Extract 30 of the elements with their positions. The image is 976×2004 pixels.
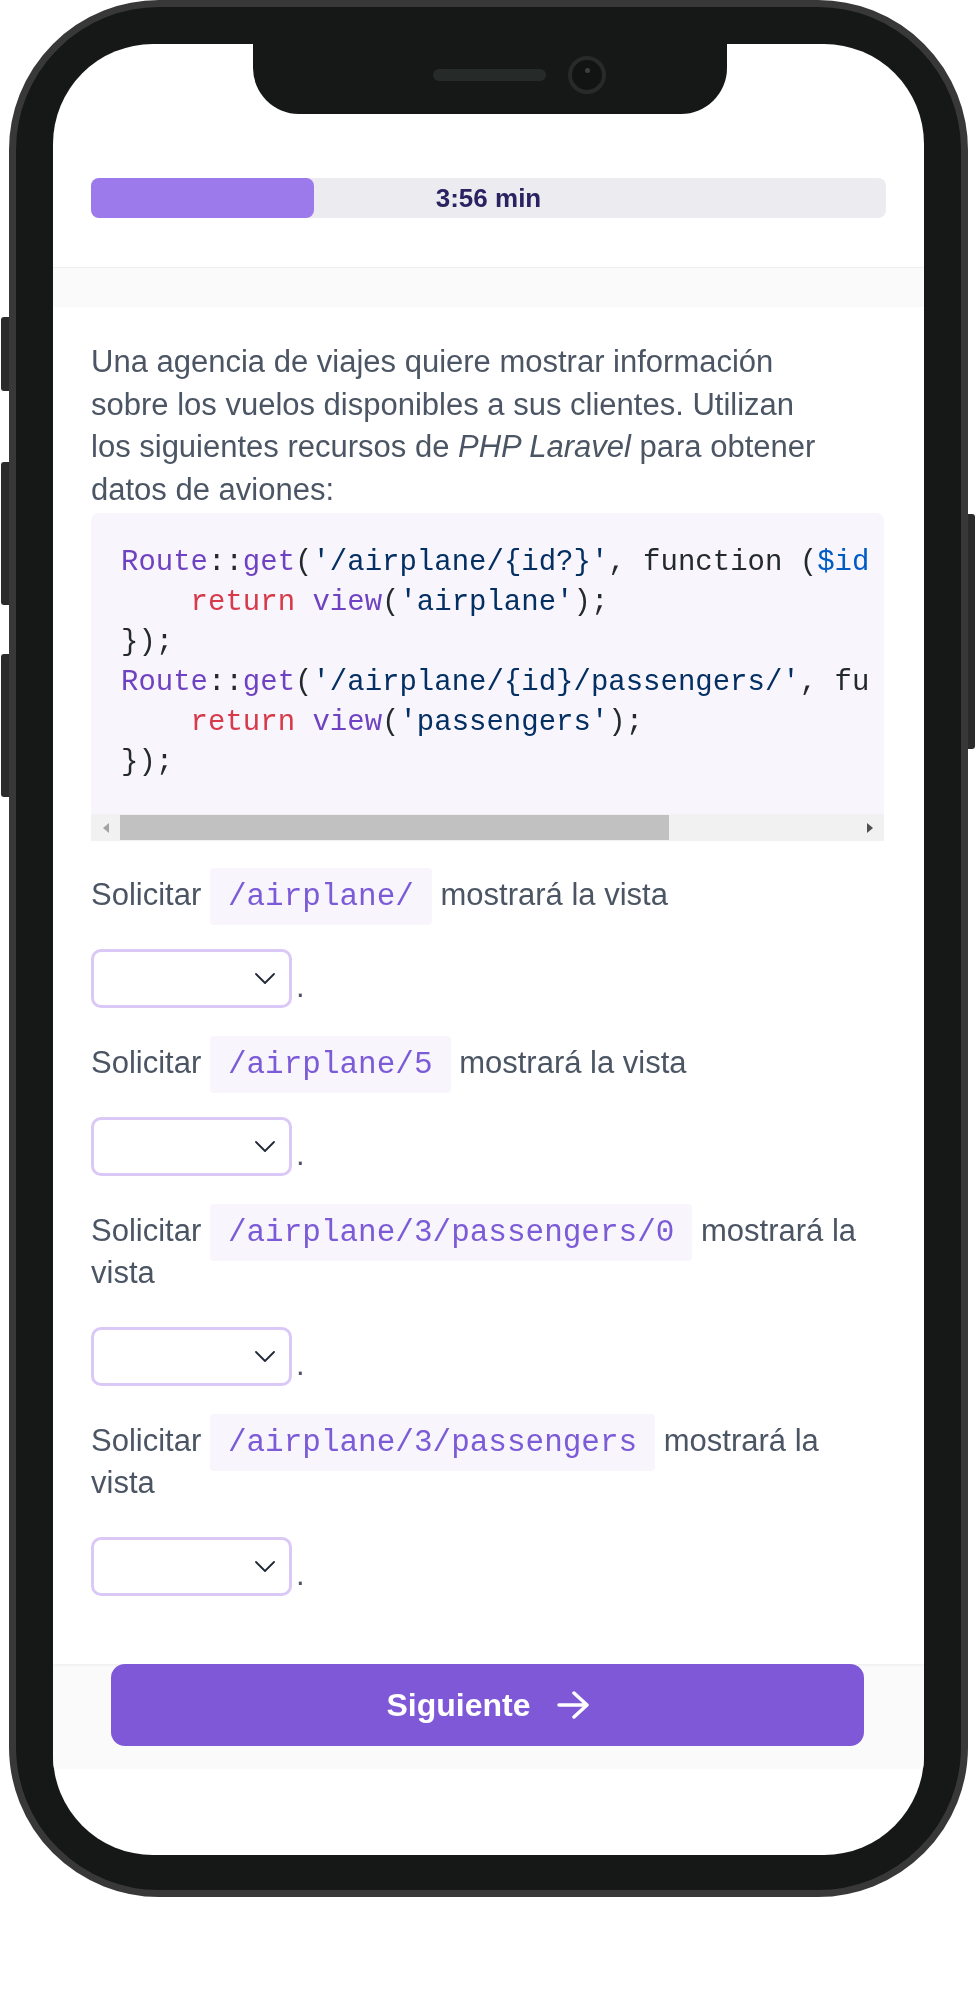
answer-dropdown[interactable] — [91, 1117, 292, 1176]
arrow-right-icon — [556, 1691, 589, 1719]
chevron-down-icon — [255, 1561, 275, 1572]
code-line: return view('airplane'); — [189, 585, 609, 621]
answer-dropdown[interactable] — [91, 1327, 292, 1386]
scroll-left-icon[interactable] — [102, 822, 109, 833]
period-text: . — [296, 1346, 305, 1384]
inline-code: /airplane/5 — [209, 1036, 451, 1093]
inline-code: /airplane/3/passengers/0 — [209, 1204, 693, 1261]
inline-code: /airplane/3/passengers — [209, 1414, 656, 1471]
code-line: }); — [121, 625, 174, 661]
period-text: . — [296, 1136, 305, 1174]
chevron-down-icon — [255, 1141, 275, 1152]
timer-label: 3:56 min — [435, 185, 542, 211]
horizontal-scrollbar[interactable] — [91, 814, 884, 841]
inline-code: /airplane/ — [209, 868, 432, 925]
answer-dropdown[interactable] — [91, 949, 292, 1008]
next-button[interactable]: Siguiente — [111, 1664, 864, 1746]
code-line: Route::get('/airplane/{id?}', function ($id — [121, 545, 870, 581]
intro-paragraph: Una agencia de viajes quiere mostrar información sobre los vuelos disponibles a sus clientes. Utilizan los siguientes recursos de PHP Laravel para obtener datos de aviones: — [91, 343, 817, 509]
code-line: return view('passengers'); — [189, 705, 644, 741]
chevron-down-icon — [255, 973, 275, 984]
answer-dropdown[interactable] — [91, 1537, 292, 1596]
scroll-right-icon[interactable] — [866, 822, 873, 833]
period-text: . — [296, 968, 305, 1006]
chevron-down-icon — [255, 1351, 275, 1362]
period-text: . — [296, 1556, 305, 1594]
code-line: Route::get('/airplane/{id}/passengers/', fu — [121, 665, 870, 701]
code-line: }); — [121, 745, 174, 781]
scrollbar-thumb[interactable] — [120, 815, 669, 840]
